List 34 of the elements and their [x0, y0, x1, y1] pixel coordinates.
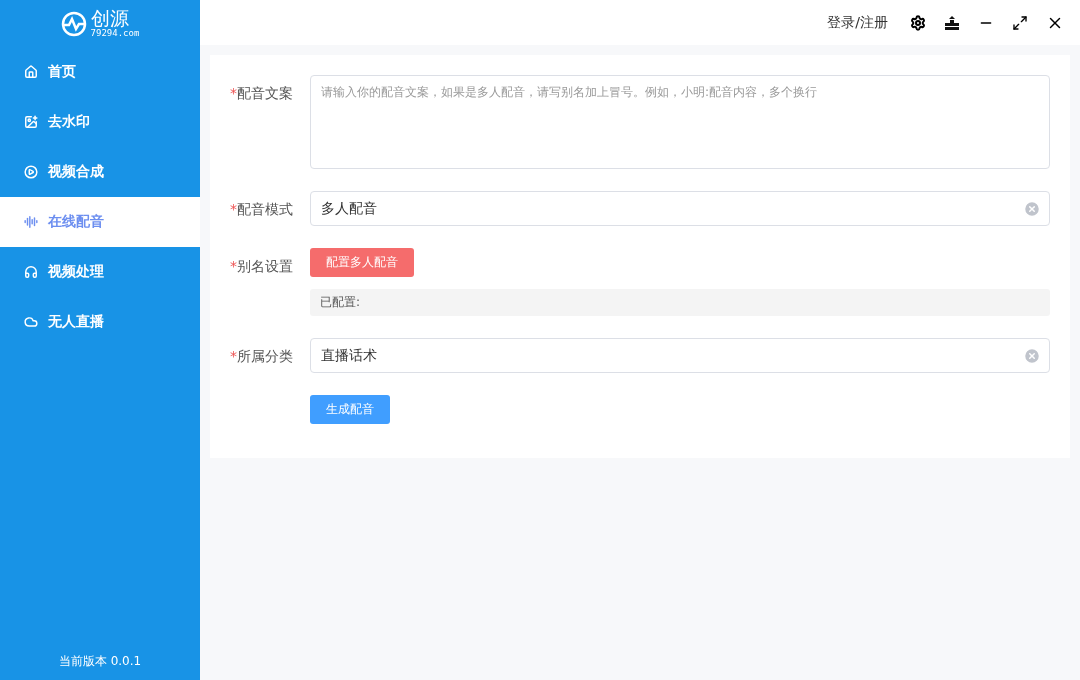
nav-icon: [24, 115, 38, 129]
logo-domain: 79294.com: [90, 28, 140, 38]
text-area[interactable]: 请输入你的配音文案，如果是多人配音，请写别名加上冒号。例如，小明:配音内容，多个换行: [310, 75, 1050, 169]
label-text: 配音文案: [237, 85, 293, 101]
nav-item[interactable]: 在线配音: [0, 197, 200, 247]
nav-icon: [24, 265, 38, 279]
logo-name: 创源: [90, 9, 130, 28]
select-field[interactable]: 多人配音: [310, 191, 1050, 226]
nav-item[interactable]: 首页: [0, 47, 200, 97]
login-link[interactable]: 登录/注册: [827, 13, 888, 32]
config-button[interactable]: 配置多人配音: [310, 248, 414, 277]
required-mark: *: [230, 85, 237, 101]
version-text: 当前版本 0.0.1: [57, 653, 143, 670]
configured-note: 已配置:: [310, 289, 1050, 316]
logo-icon: [60, 10, 87, 37]
required-mark: *: [230, 258, 237, 274]
select-field[interactable]: 直播话术: [310, 338, 1050, 373]
generate-button[interactable]: 生成配音: [310, 395, 390, 424]
nav-icon: [24, 65, 38, 79]
label-text: 别名设置: [237, 258, 293, 274]
nav-item[interactable]: 去水印: [0, 97, 200, 147]
nav-icon: [24, 315, 38, 329]
label-text: 所属分类: [237, 348, 293, 364]
maximize-icon[interactable]: [1012, 14, 1028, 31]
nav-item[interactable]: 视频处理: [0, 247, 200, 297]
label-text: 配音模式: [237, 201, 293, 217]
required-mark: *: [230, 201, 237, 217]
nav-item[interactable]: 视频合成: [0, 147, 200, 197]
nav-icon: [24, 215, 38, 229]
nav-icon: [24, 165, 38, 179]
upload-icon[interactable]: [944, 14, 960, 31]
required-mark: *: [230, 348, 237, 364]
settings-icon[interactable]: [910, 14, 926, 31]
nav-item[interactable]: 无人直播: [0, 297, 200, 347]
